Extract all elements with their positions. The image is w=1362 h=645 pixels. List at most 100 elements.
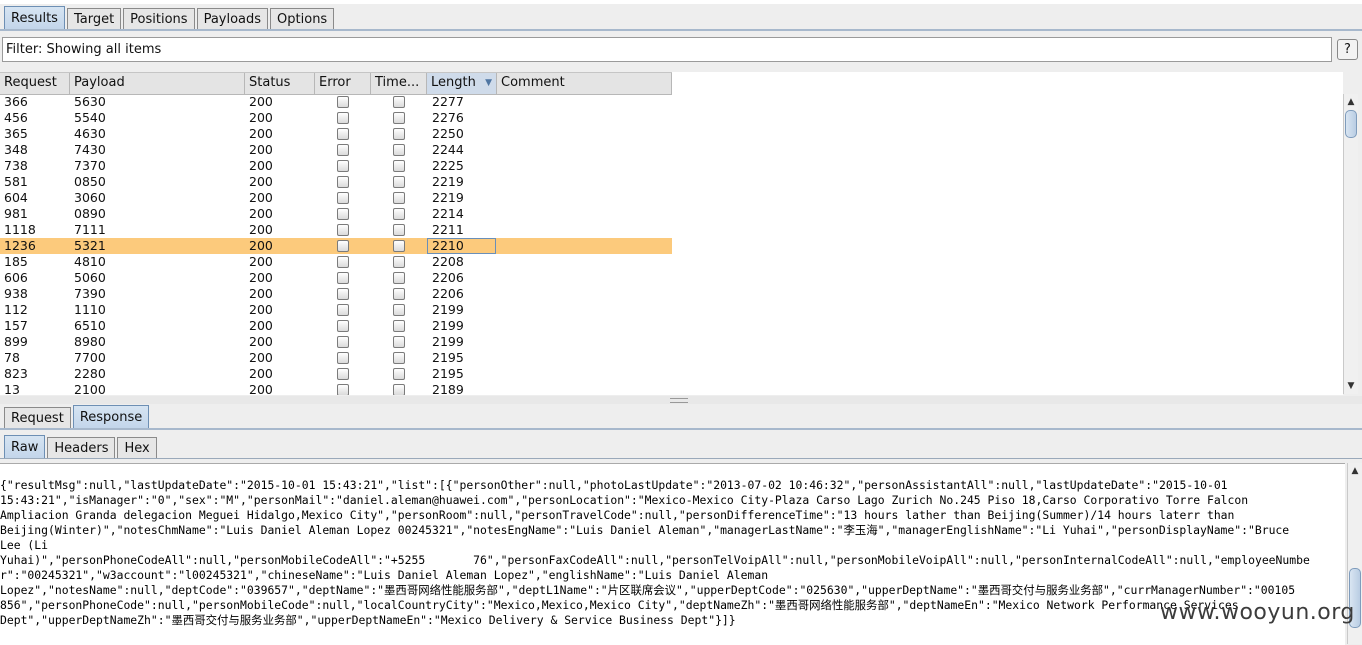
cell-length: 2206 bbox=[432, 286, 464, 301]
table-row[interactable]: 456 5540 200 2276 bbox=[0, 110, 1343, 126]
tab-results[interactable]: Results bbox=[4, 6, 65, 30]
table-row[interactable]: 365 4630 200 2250 bbox=[0, 126, 1343, 142]
cell-status: 200 bbox=[249, 366, 273, 381]
timeout-checkbox[interactable] bbox=[393, 240, 405, 252]
timeout-checkbox[interactable] bbox=[393, 288, 405, 300]
scroll-down-arrow-icon[interactable]: ▼ bbox=[1344, 380, 1358, 392]
table-row[interactable]: 366 5630 200 2277 bbox=[0, 94, 1343, 110]
error-checkbox[interactable] bbox=[337, 176, 349, 188]
error-checkbox[interactable] bbox=[337, 96, 349, 108]
table-row[interactable]: 112 1110 200 2199 bbox=[0, 302, 1343, 318]
timeout-checkbox[interactable] bbox=[393, 176, 405, 188]
tab-payloads[interactable]: Payloads bbox=[196, 8, 269, 30]
table-row[interactable]: 823 2280 200 2195 bbox=[0, 366, 1343, 382]
timeout-checkbox[interactable] bbox=[393, 272, 405, 284]
cell-request: 899 bbox=[4, 334, 28, 349]
error-checkbox[interactable] bbox=[337, 384, 349, 395]
timeout-checkbox[interactable] bbox=[393, 304, 405, 316]
timeout-checkbox[interactable] bbox=[393, 144, 405, 156]
column-comment[interactable]: Comment bbox=[497, 73, 672, 94]
timeout-checkbox[interactable] bbox=[393, 96, 405, 108]
error-checkbox[interactable] bbox=[337, 224, 349, 236]
timeout-checkbox[interactable] bbox=[393, 128, 405, 140]
cell-payload: 3060 bbox=[74, 190, 106, 205]
scroll-up-arrow-icon[interactable]: ▲ bbox=[1344, 96, 1358, 108]
raw-scroll-up-arrow-icon[interactable]: ▲ bbox=[1348, 465, 1362, 477]
results-table: Request Payload Status Error Time... Len… bbox=[0, 72, 1343, 395]
error-checkbox[interactable] bbox=[337, 144, 349, 156]
timeout-checkbox[interactable] bbox=[393, 160, 405, 172]
cell-length: 2195 bbox=[432, 350, 464, 365]
table-row[interactable]: 78 7700 200 2195 bbox=[0, 350, 1343, 366]
table-row[interactable]: 938 7390 200 2206 bbox=[0, 286, 1343, 302]
error-checkbox[interactable] bbox=[337, 304, 349, 316]
timeout-checkbox[interactable] bbox=[393, 224, 405, 236]
tab-headers[interactable]: Headers bbox=[47, 437, 116, 459]
table-row[interactable]: 185 4810 200 2208 bbox=[0, 254, 1343, 270]
cell-payload: 7430 bbox=[74, 142, 106, 157]
table-row[interactable]: 606 5060 200 2206 bbox=[0, 270, 1343, 286]
tab-response[interactable]: Response bbox=[72, 405, 150, 429]
error-checkbox[interactable] bbox=[337, 256, 349, 268]
timeout-checkbox[interactable] bbox=[393, 256, 405, 268]
error-checkbox[interactable] bbox=[337, 368, 349, 380]
column-timeout[interactable]: Time... bbox=[371, 73, 427, 94]
error-checkbox[interactable] bbox=[337, 208, 349, 220]
cell-status: 200 bbox=[249, 126, 273, 141]
timeout-checkbox[interactable] bbox=[393, 208, 405, 220]
error-checkbox[interactable] bbox=[337, 192, 349, 204]
cell-request: 366 bbox=[4, 94, 28, 109]
raw-response-view[interactable]: {"resultMsg":null,"lastUpdateDate":"2015… bbox=[0, 463, 1345, 645]
column-status[interactable]: Status bbox=[245, 73, 315, 94]
cell-request: 981 bbox=[4, 206, 28, 221]
help-button[interactable]: ? bbox=[1337, 39, 1358, 60]
tab-positions[interactable]: Positions bbox=[123, 8, 195, 30]
table-row[interactable]: 738 7370 200 2225 bbox=[0, 158, 1343, 174]
cell-length: 2199 bbox=[432, 302, 464, 317]
table-row[interactable]: 157 6510 200 2199 bbox=[0, 318, 1343, 334]
timeout-checkbox[interactable] bbox=[393, 368, 405, 380]
tab-options[interactable]: Options bbox=[270, 8, 335, 30]
error-checkbox[interactable] bbox=[337, 272, 349, 284]
cell-status: 200 bbox=[249, 110, 273, 125]
cell-length: 2206 bbox=[432, 270, 464, 285]
column-payload[interactable]: Payload bbox=[70, 73, 245, 94]
table-row[interactable]: 899 8980 200 2199 bbox=[0, 334, 1343, 350]
table-row[interactable]: 1236 5321 200 2210 bbox=[0, 238, 1343, 254]
filter-bar[interactable]: Filter: Showing all items bbox=[2, 37, 1332, 62]
timeout-checkbox[interactable] bbox=[393, 352, 405, 364]
error-checkbox[interactable] bbox=[337, 352, 349, 364]
table-row[interactable]: 981 0890 200 2214 bbox=[0, 206, 1343, 222]
tab-hex[interactable]: Hex bbox=[117, 437, 157, 459]
timeout-checkbox[interactable] bbox=[393, 320, 405, 332]
table-row[interactable]: 604 3060 200 2219 bbox=[0, 190, 1343, 206]
error-checkbox[interactable] bbox=[337, 336, 349, 348]
results-scroll-thumb[interactable] bbox=[1345, 110, 1357, 138]
column-request[interactable]: Request bbox=[0, 73, 70, 94]
timeout-checkbox[interactable] bbox=[393, 192, 405, 204]
cell-length: 2219 bbox=[432, 190, 464, 205]
error-checkbox[interactable] bbox=[337, 288, 349, 300]
table-row[interactable]: 348 7430 200 2244 bbox=[0, 142, 1343, 158]
error-checkbox[interactable] bbox=[337, 240, 349, 252]
timeout-checkbox[interactable] bbox=[393, 336, 405, 348]
table-row[interactable]: 581 0850 200 2219 bbox=[0, 174, 1343, 190]
cell-payload: 4810 bbox=[74, 254, 106, 269]
cell-request: 938 bbox=[4, 286, 28, 301]
tab-raw[interactable]: Raw bbox=[4, 435, 46, 459]
table-row[interactable]: 13 2100 200 2189 bbox=[0, 382, 1343, 395]
error-checkbox[interactable] bbox=[337, 128, 349, 140]
tab-request[interactable]: Request bbox=[4, 407, 71, 429]
results-scrollbar[interactable]: ▲ ▼ bbox=[1343, 94, 1358, 394]
timeout-checkbox[interactable] bbox=[393, 384, 405, 395]
cell-payload: 2100 bbox=[74, 382, 106, 395]
error-checkbox[interactable] bbox=[337, 320, 349, 332]
error-checkbox[interactable] bbox=[337, 160, 349, 172]
column-error[interactable]: Error bbox=[315, 73, 371, 94]
column-length[interactable]: Length ▼ bbox=[427, 73, 497, 94]
error-checkbox[interactable] bbox=[337, 112, 349, 124]
pane-splitter[interactable] bbox=[0, 396, 1362, 404]
table-row[interactable]: 1118 7111 200 2211 bbox=[0, 222, 1343, 238]
timeout-checkbox[interactable] bbox=[393, 112, 405, 124]
tab-target[interactable]: Target bbox=[66, 8, 122, 30]
